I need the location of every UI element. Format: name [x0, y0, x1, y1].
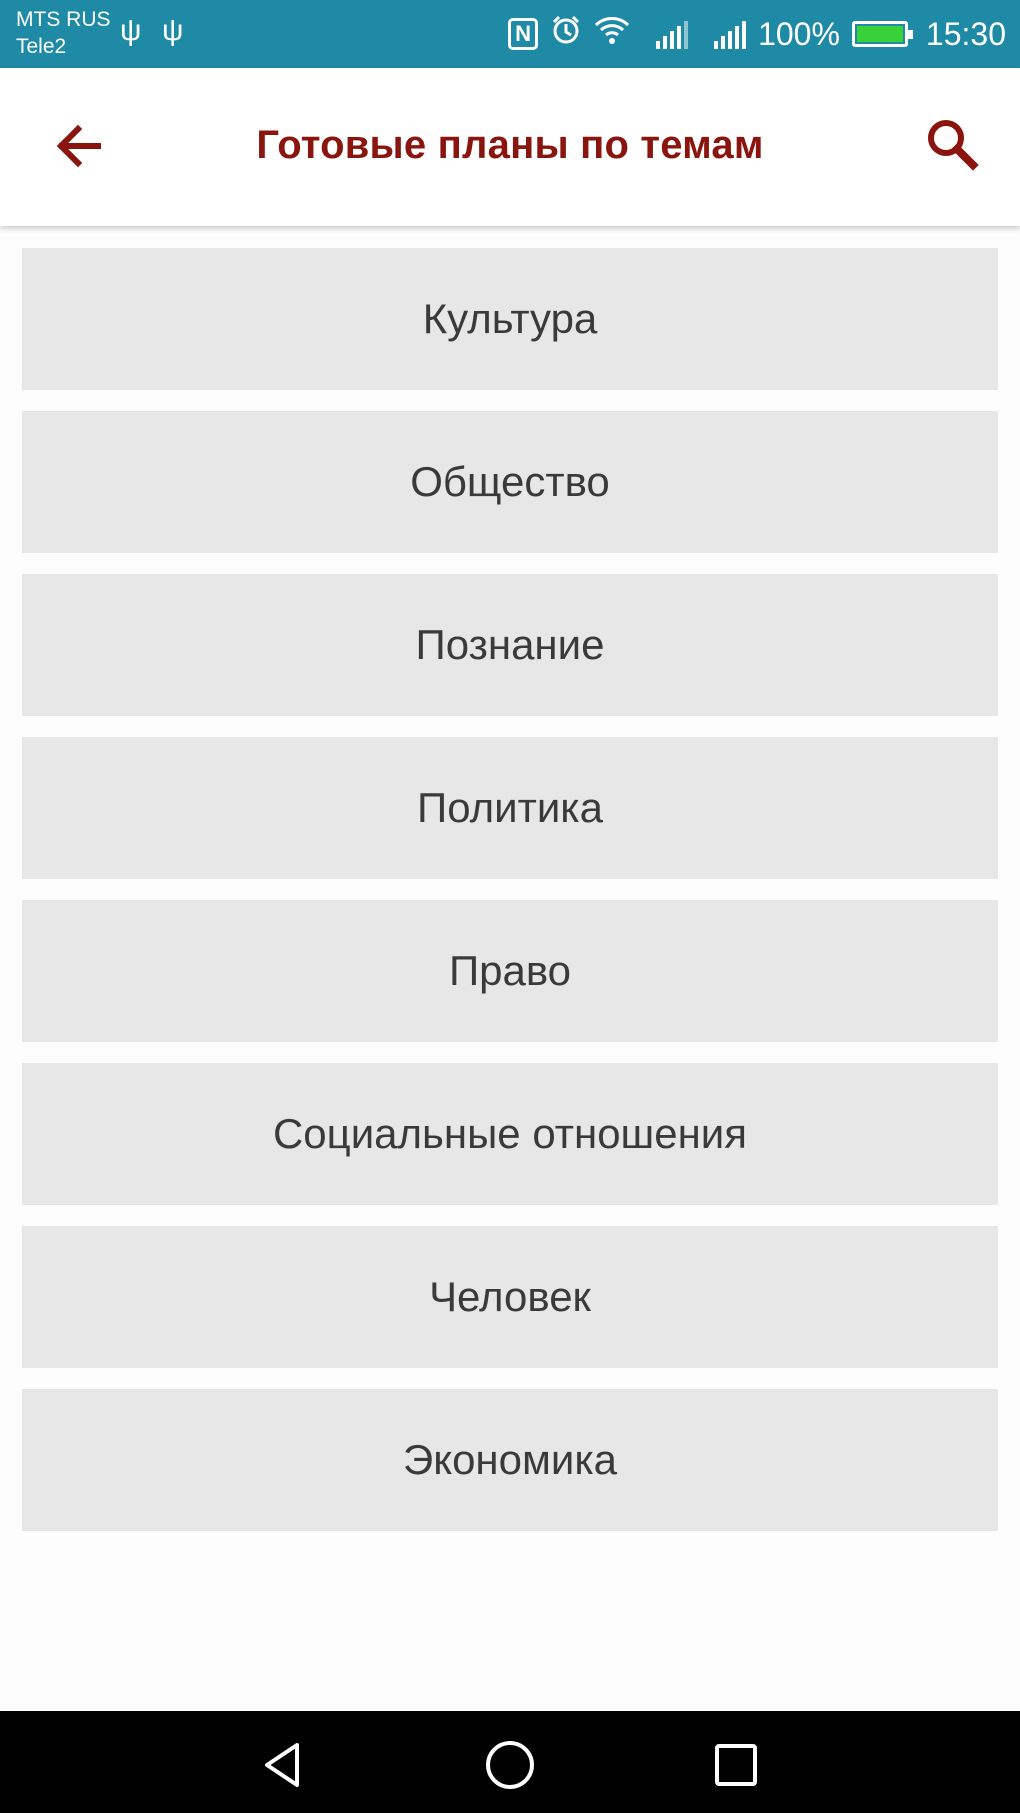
topic-item-obshchestvo[interactable]: Общество — [22, 411, 998, 553]
battery-percent: 100% — [758, 15, 840, 52]
alarm-icon — [550, 14, 582, 54]
signal-icon — [714, 19, 747, 49]
app-bar: Готовые планы по темам — [0, 68, 1020, 226]
topic-item-kultura[interactable]: Культура — [22, 248, 998, 390]
nav-recents-icon — [715, 1744, 757, 1786]
nfc-icon: N — [508, 18, 539, 50]
topic-item-chelovek[interactable]: Человек — [22, 1226, 998, 1368]
nav-home-button[interactable] — [482, 1737, 538, 1793]
search-button[interactable] — [922, 114, 982, 174]
usb-icon: ψ — [162, 14, 184, 47]
topic-item-poznanie[interactable]: Познание — [22, 574, 998, 716]
carrier-info: MTS RUS Tele2 — [16, 6, 111, 60]
nav-back-button[interactable] — [255, 1737, 311, 1793]
wifi-icon — [594, 15, 630, 53]
topic-item-politika[interactable]: Политика — [22, 737, 998, 879]
carrier-2: Tele2 — [16, 35, 67, 58]
page-title: Готовые планы по темам — [256, 123, 764, 167]
search-icon — [928, 120, 979, 171]
nav-recents-button[interactable] — [708, 1737, 764, 1793]
topic-item-ekonomika[interactable]: Экономика — [22, 1389, 998, 1531]
usb-icon: ψ — [120, 14, 142, 47]
status-bar: MTS RUS Tele2 ψ ψ N 100% 15:30 — [0, 0, 1020, 68]
signal-icon — [656, 19, 689, 49]
clock: 15:30 — [925, 15, 1006, 52]
topic-item-pravo[interactable]: Право — [22, 900, 998, 1042]
navigation-bar — [0, 1711, 1020, 1813]
nav-home-icon — [486, 1741, 534, 1789]
nav-back-icon — [265, 1743, 299, 1787]
carrier-1: MTS RUS — [16, 8, 111, 31]
topic-item-socialnye-otnosheniya[interactable]: Социальные отношения — [22, 1063, 998, 1205]
battery-charging-icon — [851, 21, 913, 47]
topic-list: Культура Общество Познание Политика Прав… — [22, 248, 998, 1552]
